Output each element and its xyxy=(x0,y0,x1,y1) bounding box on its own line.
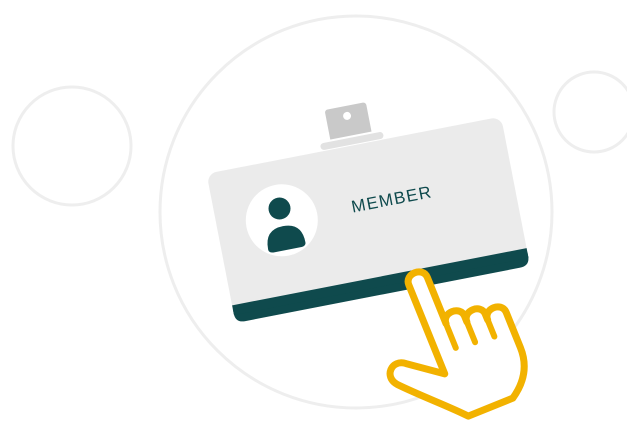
member-card-illustration: MEMBER xyxy=(11,14,627,420)
illustration-canvas: MEMBER xyxy=(0,0,627,427)
left-background-ring xyxy=(11,85,133,207)
right-background-ring xyxy=(552,70,627,154)
member-id-card: MEMBER xyxy=(208,102,529,322)
